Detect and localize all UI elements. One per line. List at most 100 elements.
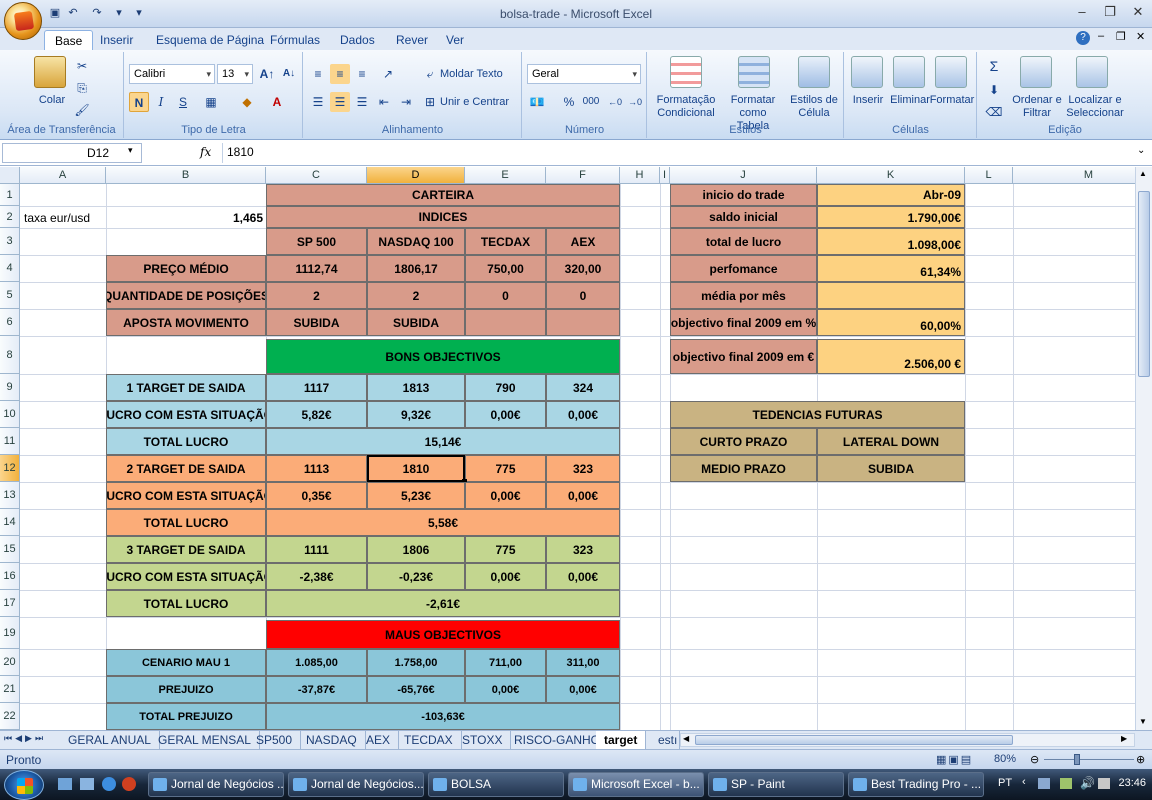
row-header-15[interactable]: 15 [0, 536, 20, 563]
cell-c10[interactable]: 5,82€ [266, 401, 367, 428]
cell-c16[interactable]: -2,38€ [266, 563, 367, 590]
cell-maus-objectivos[interactable]: MAUS OBJECTIVOS [266, 620, 620, 649]
office-button[interactable] [4, 2, 42, 40]
cell-b13[interactable]: LUCRO COM ESTA SITUAÇÃO [106, 482, 266, 509]
cell-f12[interactable]: 323 [546, 455, 620, 482]
merge-center-button[interactable]: Unir e Centrar [440, 96, 509, 109]
cell-indices[interactable]: INDICES [266, 206, 620, 228]
wrap-text-button[interactable]: Moldar Texto [440, 68, 503, 81]
cell-b5[interactable]: QUANTIDADE DE POSIÇÕES [106, 282, 266, 309]
decrease-decimal-icon[interactable]: →0 [625, 92, 645, 112]
cell-k11[interactable]: LATERAL DOWN [817, 428, 965, 455]
cell-d12[interactable]: 1810 [367, 455, 465, 482]
align-bottom-icon[interactable]: ≡ [352, 64, 372, 84]
cell-f6[interactable] [546, 309, 620, 336]
row-header-3[interactable]: 3 [0, 228, 20, 255]
sheet-tab-sp500[interactable]: SP500 [248, 731, 302, 749]
cell-c11[interactable]: 15,14€ [266, 428, 620, 455]
cell-b4[interactable]: PREÇO MÉDIO [106, 255, 266, 282]
cell-j12[interactable]: MEDIO PRAZO [670, 455, 817, 482]
underline-button[interactable]: S [173, 92, 193, 112]
cell-e9[interactable]: 790 [465, 374, 546, 401]
cell-j11[interactable]: CURTO PRAZO [670, 428, 817, 455]
bold-button[interactable]: N [129, 92, 149, 112]
sheet-tab-est[interactable]: estı [654, 731, 680, 749]
column-header-m[interactable]: M [1013, 167, 1135, 184]
column-header-h[interactable]: H [620, 167, 660, 184]
insert-cells-button[interactable]: Inserir [847, 94, 889, 107]
cell-c17[interactable]: -2,61€ [266, 590, 620, 617]
cell-e5[interactable]: 0 [465, 282, 546, 309]
scroll-left-icon[interactable]: ◀ [683, 734, 689, 743]
column-header-a[interactable]: A [20, 167, 106, 184]
delete-cells-button[interactable]: Eliminar [887, 94, 933, 107]
increase-indent-icon[interactable]: ⇥ [396, 92, 416, 112]
cell-f13[interactable]: 0,00€ [546, 482, 620, 509]
tab-esquema[interactable]: Esquema de Página [146, 30, 274, 50]
cell-d13[interactable]: 5,23€ [367, 482, 465, 509]
cell-d5[interactable]: 2 [367, 282, 465, 309]
cell-k8[interactable]: 2.506,00 € [817, 339, 965, 374]
show-desktop-icon[interactable] [58, 778, 72, 790]
grow-font-icon[interactable]: A↑ [257, 64, 277, 84]
spreadsheet-grid[interactable]: A B C D E F H I J K L M 1 2 3 4 5 6 8 9 … [0, 167, 1135, 730]
horizontal-scrollbar[interactable]: ◀ ▶ [680, 733, 1135, 747]
format-cells-button[interactable]: Formatar [929, 94, 975, 107]
conditional-format-button[interactable]: Formatação Condicional [652, 94, 720, 120]
cell-c22[interactable]: -103,63€ [266, 703, 620, 730]
shrink-font-icon[interactable]: A↓ [279, 64, 299, 84]
switch-windows-icon[interactable] [80, 778, 94, 790]
safely-remove-icon[interactable] [1060, 778, 1072, 789]
cell-e4[interactable]: 750,00 [465, 255, 546, 282]
cell-b2[interactable]: 1,465 [107, 207, 266, 228]
cell-d3[interactable]: NASDAQ 100 [367, 228, 465, 255]
cell-d21[interactable]: -65,76€ [367, 676, 465, 703]
start-button[interactable] [4, 770, 44, 800]
name-box[interactable]: D12 [2, 143, 142, 163]
cell-tendencias[interactable]: TEDENCIAS FUTURAS [670, 401, 965, 428]
cell-k4[interactable]: 61,34% [817, 255, 965, 282]
orientation-icon[interactable]: ↗ [378, 64, 398, 84]
vertical-scroll-thumb[interactable] [1138, 191, 1150, 377]
zoom-slider-track[interactable] [1044, 759, 1134, 760]
cell-k2[interactable]: 1.790,00€ [817, 206, 965, 228]
cell-c14[interactable]: 5,58€ [266, 509, 620, 536]
align-middle-icon[interactable]: ≡ [330, 64, 350, 84]
align-center-icon[interactable]: ☰ [330, 92, 350, 112]
cell-c20[interactable]: 1.085,00 [266, 649, 367, 676]
cell-k6[interactable]: 60,00% [817, 309, 965, 336]
row-header-19[interactable]: 19 [0, 617, 20, 649]
insert-function-icon[interactable]: fx [200, 145, 211, 159]
select-all-corner[interactable] [0, 167, 20, 184]
row-header-17[interactable]: 17 [0, 590, 20, 617]
fill-color-icon[interactable]: ◆ [237, 92, 257, 112]
cell-c5[interactable]: 2 [266, 282, 367, 309]
cell-d10[interactable]: 9,32€ [367, 401, 465, 428]
formula-input[interactable]: 1810 [222, 143, 1132, 163]
row-header-1[interactable]: 1 [0, 184, 20, 206]
cell-f9[interactable]: 324 [546, 374, 620, 401]
name-box-dropdown-icon[interactable]: ▾ [128, 145, 133, 156]
sheet-tab-geral-anual[interactable]: GERAL ANUAL [60, 731, 160, 749]
row-header-21[interactable]: 21 [0, 676, 20, 703]
cell-b16[interactable]: LUCRO COM ESTA SITUAÇÃO [106, 563, 266, 590]
cell-j1[interactable]: inicio do trade [670, 184, 817, 206]
cell-j5[interactable]: média por mês [670, 282, 817, 309]
cell-c9[interactable]: 1117 [266, 374, 367, 401]
cell-k3[interactable]: 1.098,00€ [817, 228, 965, 255]
cell-b6[interactable]: APOSTA MOVIMENTO [106, 309, 266, 336]
cell-e3[interactable]: TECDAX [465, 228, 546, 255]
cell-f4[interactable]: 320,00 [546, 255, 620, 282]
row-header-9[interactable]: 9 [0, 374, 20, 401]
clock[interactable]: 23:46 [1118, 777, 1146, 789]
taskbar-item-bolsa[interactable]: BOLSA [428, 772, 564, 797]
cell-d6[interactable]: SUBIDA [367, 309, 465, 336]
cell-e20[interactable]: 711,00 [465, 649, 546, 676]
taskbar-item-jornal-1[interactable]: Jornal de Negócios ... [148, 772, 284, 797]
sheet-tab-risco-ganho[interactable]: RISCO-GANHO [506, 731, 610, 749]
cell-b11[interactable]: TOTAL LUCRO [106, 428, 266, 455]
network-icon[interactable] [1038, 778, 1050, 789]
cut-icon[interactable]: ✂ [72, 56, 92, 76]
tray-app-icon[interactable] [1098, 778, 1110, 789]
increase-decimal-icon[interactable]: ←0 [605, 92, 625, 112]
